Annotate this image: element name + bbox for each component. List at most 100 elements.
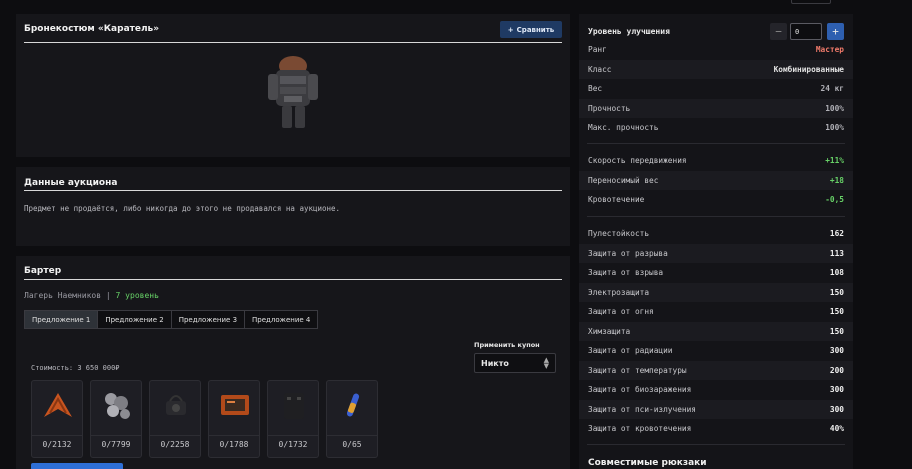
stat-row: Кровотечение -0,5 [579,190,853,210]
offer-tabs: Предложение 1 Предложение 2 Предложение … [24,310,319,329]
orange-leaf-icon [44,393,72,417]
stats-divider [587,444,845,445]
trader-level: 7 уровень [115,291,159,300]
stat-value: 40% [829,424,844,434]
stat-row: Электрозащита 150 [579,282,853,302]
stat-label: Защита от огня [588,307,654,317]
stat-row: Защита от биозаражения 300 [579,380,853,400]
stat-row: Вес 24 кг [579,79,853,99]
stat-row: Химзащита 150 [579,321,853,341]
title-underline [24,42,562,43]
stat-value: 300 [829,346,844,356]
stat-row: Пулестойкость 162 [579,224,853,244]
stat-value: +18 [829,175,844,185]
barter-item[interactable]: 0/2258 [149,380,201,458]
stat-row: Ранг Мастер [579,40,853,60]
stat-value: 150 [829,326,844,336]
stats-divider [587,143,845,144]
barter-items: 0/2132 0/7799 0/2258 0/1788 0/1732 0/65 [31,380,378,458]
stat-row: Защита от взрыва 108 [579,263,853,283]
stat-label: Ранг [588,45,607,55]
barter-item[interactable]: 0/1788 [208,380,260,458]
auction-underline [24,190,562,191]
stat-label: Защита от температуры [588,365,687,375]
upgrade-level-input[interactable] [790,23,822,40]
coupon-label: Применить купон [474,341,540,349]
compare-label: Сравнить [516,25,555,34]
barter-item[interactable]: 0/1732 [267,380,319,458]
barter-item[interactable]: 0/7799 [90,380,142,458]
rock-fragments-icon [105,393,130,419]
stat-label: Химзащита [588,326,631,336]
coupon-select[interactable]: Никто ▲ ▼ [474,353,556,373]
stat-row: Макс. прочность 100% [579,118,853,138]
black-case-icon [284,393,304,419]
plus-icon: + [507,25,514,34]
barter-item[interactable]: 0/65 [326,380,378,458]
stat-row: Защита от кровотечения 40% [579,419,853,439]
trader-camp: Лагерь Наемников [24,291,102,300]
item-count: 0/7799 [91,435,141,453]
stat-label: Вес [588,84,603,94]
stat-value: 300 [829,385,844,395]
item-count: 0/2132 [32,435,82,453]
stat-label: Переносимый вес [588,175,659,185]
stat-value: 100% [825,123,844,133]
stat-value: 100% [825,103,844,113]
stat-label: Защита от взрыва [588,268,664,278]
tab-offer-4[interactable]: Предложение 4 [244,310,319,329]
stat-row: Защита от разрыва 113 [579,243,853,263]
stat-label: Защита от разрыва [588,248,668,258]
stat-value: 200 [829,365,844,375]
barter-cost: Стоимость: 3 650 000₽ [31,364,120,372]
stat-value: 108 [829,268,844,278]
syringe-icon [346,393,360,417]
stat-value: Мастер [815,45,844,55]
coupon-select-value: Никто [481,358,509,368]
item-count: 0/65 [327,435,377,453]
stat-row: Защита от температуры 200 [579,360,853,380]
top-input-fragment[interactable] [791,0,831,4]
stat-label: Макс. прочность [588,123,659,133]
barter-item[interactable]: 0/2132 [31,380,83,458]
item-count: 0/1788 [209,435,259,453]
stat-label: Защита от биозаражения [588,385,692,395]
upgrade-plus-button[interactable]: + [827,23,844,40]
tab-offer-2[interactable]: Предложение 2 [97,310,172,329]
stat-row: Прочность 100% [579,98,853,118]
stat-value: 150 [829,307,844,317]
barter-action-button[interactable] [31,463,123,469]
backpacks-title: Совместимые рюкзаки [588,458,707,468]
upgrade-label: Уровень улучшения [588,27,670,36]
stat-label: Защита от кровотечения [588,424,692,434]
item-title: Бронекостюм «Каратель» [24,24,160,34]
dark-gadget-icon [166,395,186,415]
stat-label: Прочность [588,103,631,113]
stat-label: Защита от радиации [588,346,673,356]
stat-value: Комбинированные [773,64,844,74]
item-count: 0/1732 [268,435,318,453]
item-count: 0/2258 [150,435,200,453]
armor-suit-image [268,56,318,128]
compare-button[interactable]: + Сравнить [500,21,562,38]
stat-row: Защита от огня 150 [579,302,853,322]
upgrade-minus-button[interactable]: − [770,23,787,40]
stat-value: +11% [825,156,844,166]
stat-value: 113 [829,248,844,258]
barter-trader-line: Лагерь Наемников | 7 уровень [24,291,159,300]
tab-offer-1[interactable]: Предложение 1 [24,310,99,329]
barter-title: Бартер [24,266,62,276]
stat-row: Скорость передвижения +11% [579,151,853,171]
stat-row: Защита от пси-излучения 300 [579,399,853,419]
stat-label: Скорость передвижения [588,156,687,166]
barter-underline [24,279,562,280]
stat-row: Класс Комбинированные [579,59,853,79]
select-arrows-icon: ▲ ▼ [543,356,549,370]
orange-device-icon [221,395,249,415]
stat-label: Класс [588,64,612,74]
tab-offer-3[interactable]: Предложение 3 [170,310,246,329]
stat-row: Защита от радиации 300 [579,341,853,361]
auction-text: Предмет не продаётся, либо никогда до эт… [24,204,341,213]
stat-value: -0,5 [825,195,844,205]
stat-label: Пулестойкость [588,229,650,239]
